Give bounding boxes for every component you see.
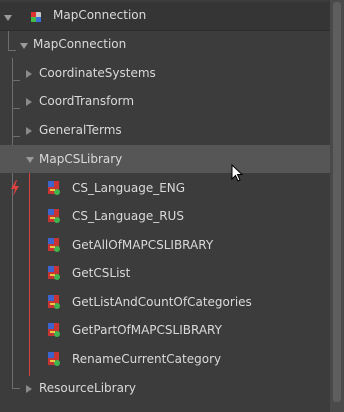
tree-node-row[interactable]: GetListAndCountOfCategories [0, 288, 330, 316]
expand-toggle-icon[interactable] [26, 70, 32, 78]
expand-toggle-icon[interactable] [20, 43, 28, 49]
tree-node-label: CS_Language_RUS [72, 209, 184, 223]
tree-node-label: RenameCurrentCategory [72, 352, 222, 366]
tree-root-label: MapConnection [53, 8, 147, 22]
tree-node-row[interactable]: RenameCurrentCategory [0, 345, 330, 373]
tree-group-label: MapConnection [33, 37, 127, 51]
tree-node-label: GetAllOfMAPCSLIBRARY [72, 238, 214, 252]
expand-toggle-icon[interactable] [26, 157, 34, 163]
expand-toggle-icon[interactable] [26, 98, 32, 106]
script-node-icon [46, 179, 62, 197]
mouse-cursor-icon [231, 163, 244, 185]
tree-folder-resourcelibrary[interactable]: ResourceLibrary [0, 374, 330, 402]
expand-toggle-icon[interactable] [26, 385, 32, 393]
vertical-scrollbar[interactable] [330, 0, 344, 412]
expand-toggle-icon[interactable] [4, 15, 12, 21]
tree-node-label: GetPartOfMAPCSLIBRARY [72, 323, 222, 337]
scrollbar-thumb[interactable] [333, 2, 341, 402]
map-connection-icon [28, 8, 44, 26]
tree-node-label: GetCSList [72, 266, 131, 280]
tree-node-row[interactable]: GetCSList [0, 259, 330, 287]
tree-folder-label: CoordTransform [39, 94, 135, 108]
tree-folder-mapcslibrary[interactable]: MapCSLibrary [0, 145, 330, 173]
tree-panel: MapConnection MapConnection CoordinateSy… [0, 0, 330, 412]
script-node-icon [46, 350, 62, 368]
tree-node-row[interactable]: GetPartOfMAPCSLIBRARY [0, 316, 330, 344]
script-node-icon [46, 236, 62, 254]
tree-node-label: CS_Language_ENG [72, 181, 186, 195]
tree-folder-label: ResourceLibrary [39, 381, 136, 395]
tree-folder-generalterms[interactable]: GeneralTerms [0, 116, 330, 144]
script-node-icon [46, 321, 62, 339]
tree-folder-coordtransform[interactable]: CoordTransform [0, 87, 330, 115]
tree-folder-label: CoordinateSystems [39, 66, 156, 80]
tree-node-row[interactable]: GetAllOfMAPCSLIBRARY [0, 231, 330, 259]
tree-folder-label: GeneralTerms [39, 123, 122, 137]
tree-group-row[interactable]: MapConnection [0, 30, 330, 58]
script-node-icon [46, 207, 62, 225]
tree-node-label: GetListAndCountOfCategories [72, 295, 252, 309]
script-node-icon [46, 264, 62, 282]
script-node-icon [46, 293, 62, 311]
expand-toggle-icon[interactable] [26, 127, 32, 135]
tree-root-row[interactable]: MapConnection [0, 2, 330, 31]
tree-node-row[interactable]: CS_Language_ENG [0, 174, 330, 202]
tree-folder-label: MapCSLibrary [39, 152, 123, 166]
tree-folder-coordinatesystems[interactable]: CoordinateSystems [0, 59, 330, 87]
tree-node-row[interactable]: CS_Language_RUS [0, 202, 330, 230]
